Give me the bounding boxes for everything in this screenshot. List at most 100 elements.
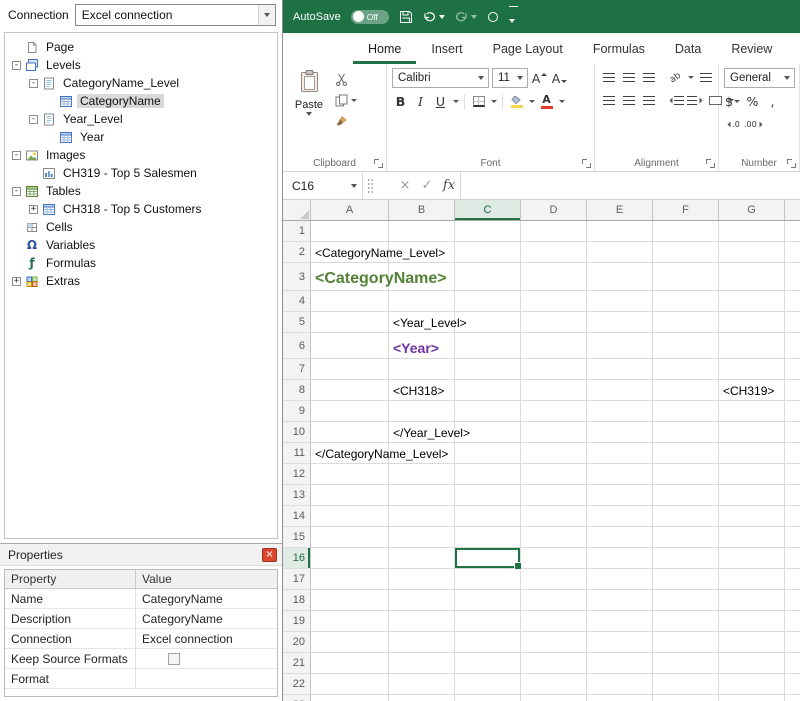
cell-D18[interactable]: [521, 590, 587, 611]
cell-A16[interactable]: [311, 548, 389, 569]
cell-G14[interactable]: [719, 506, 785, 527]
cell-B20[interactable]: [389, 632, 455, 653]
grow-font-button[interactable]: A: [531, 69, 548, 88]
column-header-F[interactable]: F: [653, 200, 719, 220]
row-header-18[interactable]: 18: [283, 590, 311, 611]
collapse-icon[interactable]: -: [29, 79, 38, 88]
cell-F4[interactable]: [653, 291, 719, 312]
cell-E17[interactable]: [587, 569, 653, 590]
row-header-19[interactable]: 19: [283, 611, 311, 632]
cell-E21[interactable]: [587, 653, 653, 674]
cell-E20[interactable]: [587, 632, 653, 653]
customize-quick-access-button[interactable]: [509, 6, 518, 28]
cell-D12[interactable]: [521, 464, 587, 485]
formula-bar-handle[interactable]: [367, 178, 374, 193]
cell-E2[interactable]: [587, 242, 653, 263]
align-top-button[interactable]: [600, 68, 617, 87]
cell-D13[interactable]: [521, 485, 587, 506]
cell-B5[interactable]: <Year_Level>: [389, 312, 455, 333]
font-name-select[interactable]: Calibri: [392, 68, 489, 88]
chevron-down-icon[interactable]: [453, 100, 459, 103]
cell-G16[interactable]: [719, 548, 785, 569]
cell-F5[interactable]: [653, 312, 719, 333]
tab-data[interactable]: Data: [660, 33, 716, 64]
tree-item-tables[interactable]: -Tables: [5, 182, 277, 200]
row-header-13[interactable]: 13: [283, 485, 311, 506]
collapse-icon[interactable]: -: [12, 187, 21, 196]
tab-review[interactable]: Review: [716, 33, 787, 64]
row-header-21[interactable]: 21: [283, 653, 311, 674]
cell-A9[interactable]: [311, 401, 389, 422]
row-header-16[interactable]: 16: [283, 548, 311, 569]
cell-C2[interactable]: [455, 242, 521, 263]
cell-A14[interactable]: [311, 506, 389, 527]
row-header-10[interactable]: 10: [283, 422, 311, 443]
number-format-select[interactable]: General: [724, 68, 795, 88]
cell-B7[interactable]: [389, 359, 455, 380]
cell-F3[interactable]: [653, 263, 719, 291]
cell-A15[interactable]: [311, 527, 389, 548]
row-header-8[interactable]: 8: [283, 380, 311, 401]
cell-B21[interactable]: [389, 653, 455, 674]
insert-function-icon[interactable]: fx: [438, 178, 460, 193]
comma-style-button[interactable]: ,: [764, 92, 781, 111]
cell-E9[interactable]: [587, 401, 653, 422]
dialog-launcher-icon[interactable]: [374, 159, 383, 168]
row-header-5[interactable]: 5: [283, 312, 311, 333]
property-row[interactable]: NameCategoryName: [5, 589, 277, 609]
cell-G10[interactable]: [719, 422, 785, 443]
cell-G11[interactable]: [719, 443, 785, 464]
cell-C15[interactable]: [455, 527, 521, 548]
cell-E19[interactable]: [587, 611, 653, 632]
cell-F17[interactable]: [653, 569, 719, 590]
cell-E8[interactable]: [587, 380, 653, 401]
cell-C6[interactable]: [455, 333, 521, 359]
cell-E12[interactable]: [587, 464, 653, 485]
cell-D9[interactable]: [521, 401, 587, 422]
cell-G20[interactable]: [719, 632, 785, 653]
cell-F18[interactable]: [653, 590, 719, 611]
cell-D15[interactable]: [521, 527, 587, 548]
decrease-decimal-button[interactable]: .00: [744, 115, 764, 134]
cell-C20[interactable]: [455, 632, 521, 653]
cell-F14[interactable]: [653, 506, 719, 527]
cell-E16[interactable]: [587, 548, 653, 569]
tree-item-extras[interactable]: +Extras: [5, 272, 277, 290]
currency-button[interactable]: $: [724, 92, 741, 111]
increase-decimal-button[interactable]: .0: [724, 115, 741, 134]
fill-color-button[interactable]: [508, 92, 525, 111]
underline-button[interactable]: U: [432, 92, 449, 111]
cell-D7[interactable]: [521, 359, 587, 380]
cell-E10[interactable]: [587, 422, 653, 443]
cell-E11[interactable]: [587, 443, 653, 464]
cell-C7[interactable]: [455, 359, 521, 380]
collapse-icon[interactable]: -: [12, 151, 21, 160]
increase-indent-button[interactable]: [687, 91, 704, 110]
dialog-launcher-icon[interactable]: [706, 159, 715, 168]
cell-A11[interactable]: </CategoryName_Level>: [311, 443, 389, 464]
cell-C14[interactable]: [455, 506, 521, 527]
row-header-9[interactable]: 9: [283, 401, 311, 422]
row-header-11[interactable]: 11: [283, 443, 311, 464]
cell-E6[interactable]: [587, 333, 653, 359]
undo-button[interactable]: [423, 11, 445, 22]
cell-D19[interactable]: [521, 611, 587, 632]
cell-A20[interactable]: [311, 632, 389, 653]
wrap-text-button[interactable]: [697, 68, 714, 87]
cell-E14[interactable]: [587, 506, 653, 527]
chevron-down-icon[interactable]: [491, 100, 497, 103]
row-header-1[interactable]: 1: [283, 221, 311, 242]
cell-F1[interactable]: [653, 221, 719, 242]
cell-A4[interactable]: [311, 291, 389, 312]
property-row[interactable]: Format: [5, 669, 277, 689]
property-value[interactable]: [136, 669, 277, 688]
cell-E5[interactable]: [587, 312, 653, 333]
connection-dropdown[interactable]: Excel connection: [75, 4, 276, 26]
cell-G23[interactable]: [719, 695, 785, 701]
cell-B16[interactable]: [389, 548, 455, 569]
percent-button[interactable]: %: [744, 92, 761, 111]
row-header-2[interactable]: 2: [283, 242, 311, 263]
cell-G18[interactable]: [719, 590, 785, 611]
tree-item-images[interactable]: -Images: [5, 146, 277, 164]
cell-C12[interactable]: [455, 464, 521, 485]
